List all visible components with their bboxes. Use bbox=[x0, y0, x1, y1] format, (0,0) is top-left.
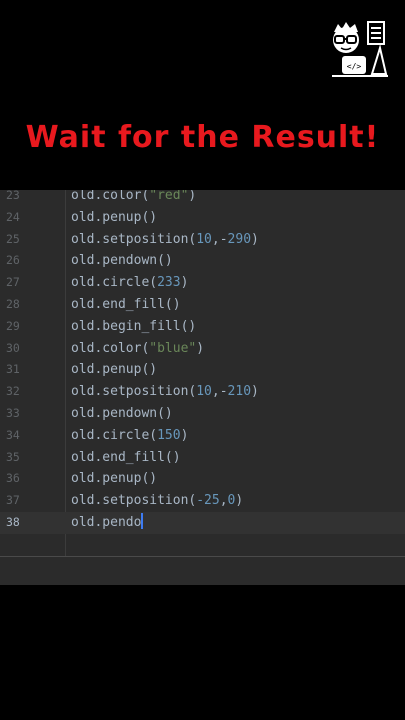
code-line[interactable]: 32 old.setposition(10,-210) bbox=[0, 381, 405, 403]
code-token: ,- bbox=[211, 231, 228, 247]
line-number: 33 bbox=[6, 405, 20, 420]
code-text[interactable]: old.penup() bbox=[71, 207, 157, 229]
code-text[interactable]: old.pendown() bbox=[71, 250, 173, 272]
code-text[interactable]: old.begin_fill() bbox=[71, 316, 196, 338]
code-line[interactable]: 38 old.pendo bbox=[0, 511, 405, 534]
code-token: old.color( bbox=[71, 190, 150, 203]
code-token: old.pendown() bbox=[71, 253, 173, 269]
code-text[interactable]: old.setposition(10,-210) bbox=[71, 381, 259, 403]
code-text[interactable]: old.color("blue") bbox=[71, 338, 204, 360]
code-text[interactable]: old.circle(233) bbox=[71, 272, 188, 294]
code-token: old.pendo bbox=[71, 514, 142, 530]
code-token: old.end_fill() bbox=[71, 296, 181, 312]
code-token: old.circle( bbox=[71, 275, 158, 291]
code-token: ) bbox=[251, 384, 259, 400]
code-line[interactable]: 33 old.pendown() bbox=[0, 403, 405, 425]
code-text[interactable]: old.penup() bbox=[71, 468, 157, 490]
code-token: old.penup() bbox=[71, 209, 158, 225]
code-token: old.setposition( bbox=[71, 493, 197, 509]
code-token: old.color( bbox=[71, 340, 150, 356]
line-number: 37 bbox=[6, 493, 20, 508]
line-number: 23 bbox=[6, 190, 20, 202]
headline-title: Wait for the Result! bbox=[25, 120, 380, 155]
code-text[interactable]: old.pendown() bbox=[71, 403, 173, 425]
code-line[interactable]: 31 old.penup() bbox=[0, 359, 405, 381]
line-number: 25 bbox=[6, 231, 20, 246]
string-token: "blue" bbox=[149, 340, 197, 356]
code-token: ) bbox=[196, 340, 205, 356]
code-line[interactable]: 36 old.penup() bbox=[0, 468, 405, 490]
code-text[interactable]: old.end_fill() bbox=[71, 447, 181, 469]
number-token: 150 bbox=[157, 427, 181, 443]
svg-text:</>: </> bbox=[347, 62, 362, 71]
number-token: 233 bbox=[157, 275, 181, 291]
line-number: 36 bbox=[6, 471, 20, 486]
number-token: -25 bbox=[196, 493, 220, 509]
code-token: ) bbox=[188, 190, 197, 203]
line-number: 32 bbox=[6, 384, 20, 399]
code-token: old.setposition( bbox=[71, 384, 197, 400]
code-token: old.end_fill() bbox=[71, 449, 181, 465]
developer-avatar-icon: </> bbox=[332, 21, 388, 77]
code-line[interactable]: 23 old.color("red") bbox=[0, 190, 405, 207]
line-number: 26 bbox=[6, 253, 20, 268]
code-token: old.setposition( bbox=[71, 231, 197, 247]
code-token: old.pendown() bbox=[71, 405, 173, 421]
code-token: , bbox=[219, 493, 228, 509]
code-line[interactable]: 28 old.end_fill() bbox=[0, 294, 405, 316]
code-token: ) bbox=[251, 231, 259, 247]
line-number: 35 bbox=[6, 449, 20, 464]
code-line[interactable]: 34 old.circle(150) bbox=[0, 425, 405, 447]
line-number: 30 bbox=[6, 340, 20, 355]
code-token: old.penup() bbox=[71, 362, 158, 378]
code-line[interactable]: 35 old.end_fill() bbox=[0, 447, 405, 469]
code-line[interactable]: 30 old.color("blue") bbox=[0, 338, 405, 360]
line-number: 38 bbox=[6, 514, 20, 529]
number-token: 10 bbox=[196, 231, 212, 247]
code-text[interactable]: old.pendo bbox=[71, 512, 144, 534]
code-line[interactable]: 24 old.penup() bbox=[0, 207, 405, 229]
number-token: 10 bbox=[196, 384, 212, 400]
code-token: old.circle( bbox=[71, 427, 158, 443]
code-text[interactable]: old.color("red") bbox=[71, 190, 196, 207]
code-text[interactable]: old.setposition(-25,0) bbox=[71, 490, 243, 512]
line-number: 31 bbox=[6, 362, 20, 377]
code-token: old.begin_fill() bbox=[71, 318, 197, 334]
code-token: ) bbox=[235, 493, 244, 509]
bottom-panel bbox=[0, 557, 405, 585]
code-text[interactable]: old.setposition(10,-290) bbox=[71, 229, 259, 251]
code-line[interactable]: 27 old.circle(233) bbox=[0, 272, 405, 294]
code-text[interactable]: old.circle(150) bbox=[71, 425, 188, 447]
line-number: 27 bbox=[6, 275, 20, 290]
number-token: 210 bbox=[227, 384, 252, 400]
code-token: old.penup() bbox=[71, 471, 158, 487]
text-caret bbox=[141, 512, 144, 529]
code-line[interactable]: 37 old.setposition(-25,0) bbox=[0, 490, 405, 512]
code-token: ) bbox=[180, 275, 189, 291]
code-token: ,- bbox=[211, 384, 228, 400]
code-line[interactable]: 29 old.begin_fill() bbox=[0, 316, 405, 338]
code-area[interactable]: 23 old.color("red") 24 old.penup() 25 old.set… bbox=[0, 190, 405, 534]
code-text[interactable]: old.end_fill() bbox=[71, 294, 181, 316]
code-line[interactable]: 25 old.setposition(10,-290) bbox=[0, 229, 405, 251]
code-text[interactable]: old.penup() bbox=[71, 359, 157, 381]
line-number: 34 bbox=[6, 427, 20, 442]
line-number: 24 bbox=[6, 209, 20, 224]
code-line[interactable]: 26 old.pendown() bbox=[0, 250, 405, 272]
number-token: 290 bbox=[227, 231, 252, 247]
code-editor[interactable]: 23 old.color("red") 24 old.penup() 25 old.set… bbox=[0, 190, 405, 585]
line-number: 29 bbox=[6, 318, 20, 333]
code-token: ) bbox=[180, 427, 189, 443]
string-token: "red" bbox=[149, 190, 189, 203]
line-number: 28 bbox=[6, 296, 20, 311]
